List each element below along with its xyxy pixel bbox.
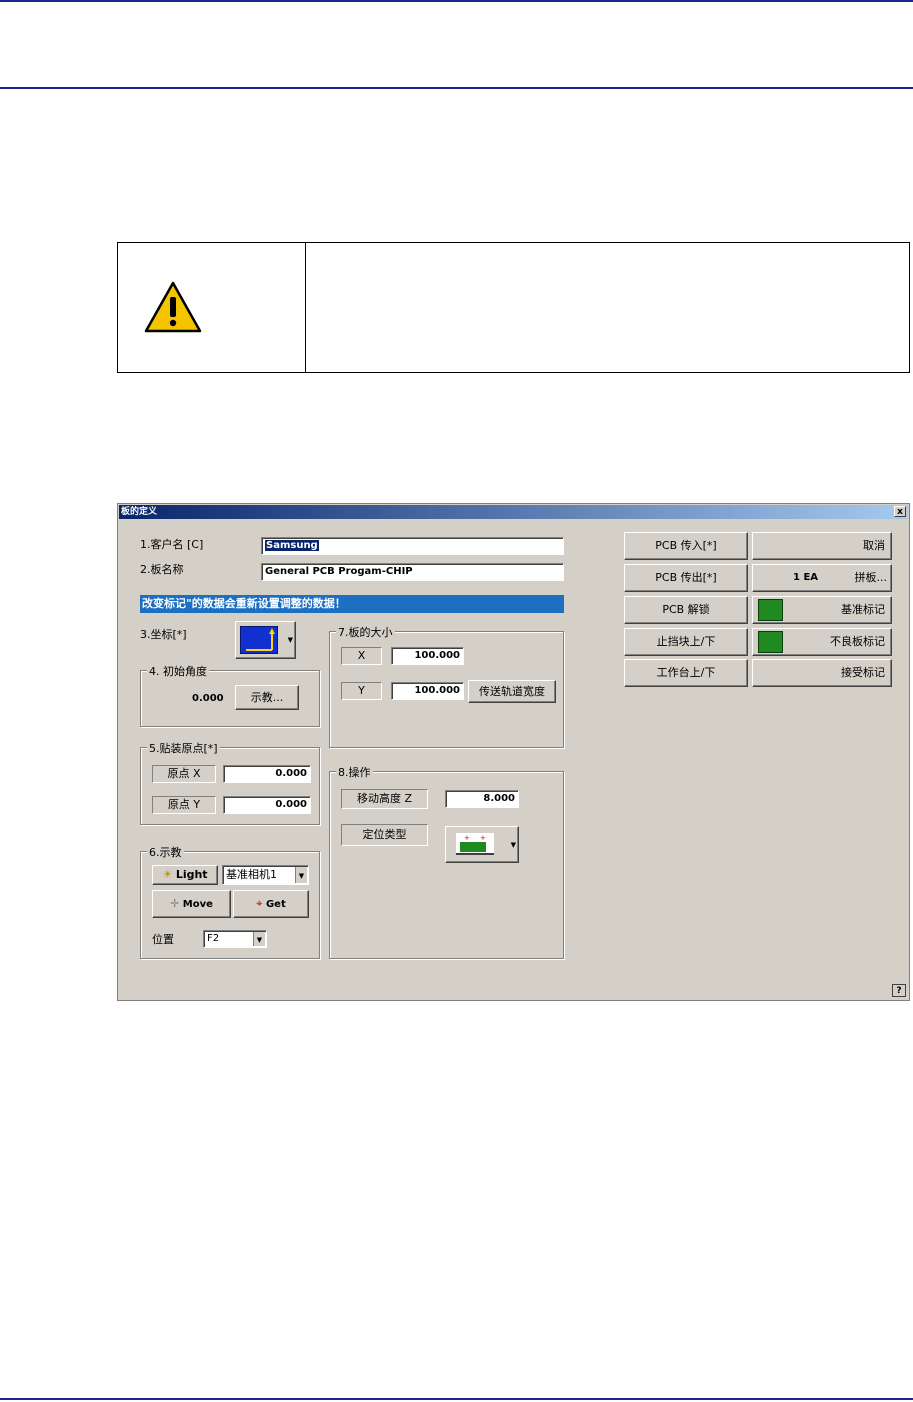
conveyor-width-button[interactable]: 传送轨道宽度 (468, 680, 556, 703)
caution-box (117, 242, 910, 373)
chevron-down-icon: ▼ (295, 867, 307, 883)
move-height-field[interactable]: 8.000 (445, 790, 519, 808)
accept-mark-button-label: 接受标记 (841, 666, 885, 679)
operation-title: 8.操作 (336, 764, 373, 780)
move-cross-icon: ✛ (170, 897, 180, 910)
initial-angle-title: 4. 初始角度 (147, 663, 209, 679)
get-button[interactable]: ⌖ Get (233, 890, 309, 918)
array-count: 1 EA (793, 572, 819, 583)
board-name-label: 2.板名称 (140, 563, 184, 576)
origin-title: 5.贴装原点[*] (147, 740, 220, 756)
move-height-label: 移动高度 Z (341, 789, 428, 809)
board-size-group: 7.板的大小 X 100.000 Y 100.000 传送轨道宽度 (329, 624, 564, 748)
board-size-title: 7.板的大小 (336, 624, 395, 640)
size-y-label: Y (341, 682, 382, 700)
origin-group: 5.贴装原点[*] 原点 X 0.000 原点 Y 0.000 (140, 740, 320, 825)
warning-icon (144, 281, 202, 333)
board-definition-dialog: 板的定义 x 1.客户名 [C] Samsung 2.板名称 General P… (117, 503, 910, 1001)
size-y-field[interactable]: 100.000 (391, 682, 464, 700)
size-x-label: X (341, 647, 382, 665)
fiducial-mark-icon (758, 599, 783, 621)
light-button-label: Light (175, 868, 208, 881)
bad-mark-icon (758, 631, 783, 653)
initial-angle-group: 4. 初始角度 0.000 示教... (140, 663, 320, 727)
light-button[interactable]: ☀ Light (152, 865, 218, 885)
chevron-down-icon: ▼ (510, 841, 516, 849)
coordinate-system-icon (240, 626, 278, 654)
bad-mark-button-label: 不良板标记 (830, 635, 885, 648)
angle-value: 0.000 (192, 693, 224, 704)
camera-select[interactable]: 基准相机1 ▼ (222, 865, 309, 885)
caution-divider (305, 243, 306, 372)
bad-mark-button[interactable]: 不良板标记 (752, 628, 892, 656)
array-button[interactable]: 1 EA 拼板... (752, 564, 892, 592)
get-button-label: Get (265, 899, 286, 910)
help-button[interactable]: ? (892, 984, 906, 997)
locate-type-select[interactable]: + + ▼ (445, 826, 519, 863)
camera-select-value: 基准相机1 (226, 868, 277, 881)
chevron-down-icon: ▼ (253, 932, 265, 946)
coord-label: 3.坐标[*] (140, 628, 187, 641)
position-select-value: F2 (207, 933, 220, 944)
fiducial-button[interactable]: 基准标记 (752, 596, 892, 624)
origin-y-field[interactable]: 0.000 (223, 796, 311, 814)
pcb-in-button[interactable]: PCB 传入[*] (624, 532, 748, 560)
cancel-button-label: 取消 (863, 539, 885, 552)
fiducial-button-label: 基准标记 (841, 603, 885, 616)
dialog-title: 板的定义 (121, 507, 158, 517)
position-select[interactable]: F2 ▼ (203, 930, 267, 948)
origin-x-label: 原点 X (152, 765, 216, 783)
accept-mark-button[interactable]: 接受标记 (752, 659, 892, 687)
customer-value: Samsung (265, 540, 319, 551)
svg-text:+: + (480, 834, 486, 842)
notice-banner: 改变标记"的数据会重新设置调整的数据！ (140, 595, 564, 613)
pcb-out-button[interactable]: PCB 传出[*] (624, 564, 748, 592)
footer-rule (0, 1398, 913, 1400)
top-rule (0, 0, 913, 2)
teach-angle-button[interactable]: 示教... (235, 685, 299, 710)
chevron-down-icon: ▼ (287, 636, 293, 644)
position-label: 位置 (152, 933, 174, 946)
move-button[interactable]: ✛ Move (152, 890, 231, 918)
customer-field[interactable]: Samsung (261, 537, 564, 555)
move-button-label: Move (182, 899, 213, 910)
stopper-button[interactable]: 止挡块上/下 (624, 628, 748, 656)
table-button[interactable]: 工作台上/下 (624, 659, 748, 687)
get-position-icon: ⌖ (256, 897, 263, 910)
cancel-button[interactable]: 取消 (752, 532, 892, 560)
operation-group: 8.操作 移动高度 Z 8.000 定位类型 + + ▼ (329, 764, 564, 959)
pcb-unlock-button[interactable]: PCB 解锁 (624, 596, 748, 624)
svg-text:+: + (464, 834, 470, 842)
customer-label: 1.客户名 [C] (140, 538, 204, 551)
coord-select[interactable]: ▼ (235, 621, 296, 659)
dialog-titlebar: 板的定义 x (119, 505, 908, 519)
teach-title: 6.示教 (147, 844, 184, 860)
locate-type-label: 定位类型 (341, 824, 428, 846)
light-bulb-icon: ☀ (162, 868, 173, 881)
array-button-label: 拼板... (854, 571, 888, 584)
board-name-field[interactable]: General PCB Progam-CHIP (261, 563, 564, 581)
teach-group: 6.示教 ☀ Light 基准相机1 ▼ ✛ Move ⌖ Get 位置 F2 … (140, 844, 320, 959)
close-button[interactable]: x (894, 506, 906, 517)
origin-x-field[interactable]: 0.000 (223, 765, 311, 783)
size-x-field[interactable]: 100.000 (391, 647, 464, 665)
origin-y-label: 原点 Y (152, 796, 216, 814)
header-rule (0, 87, 913, 89)
locate-pins-icon: + + (456, 833, 494, 855)
